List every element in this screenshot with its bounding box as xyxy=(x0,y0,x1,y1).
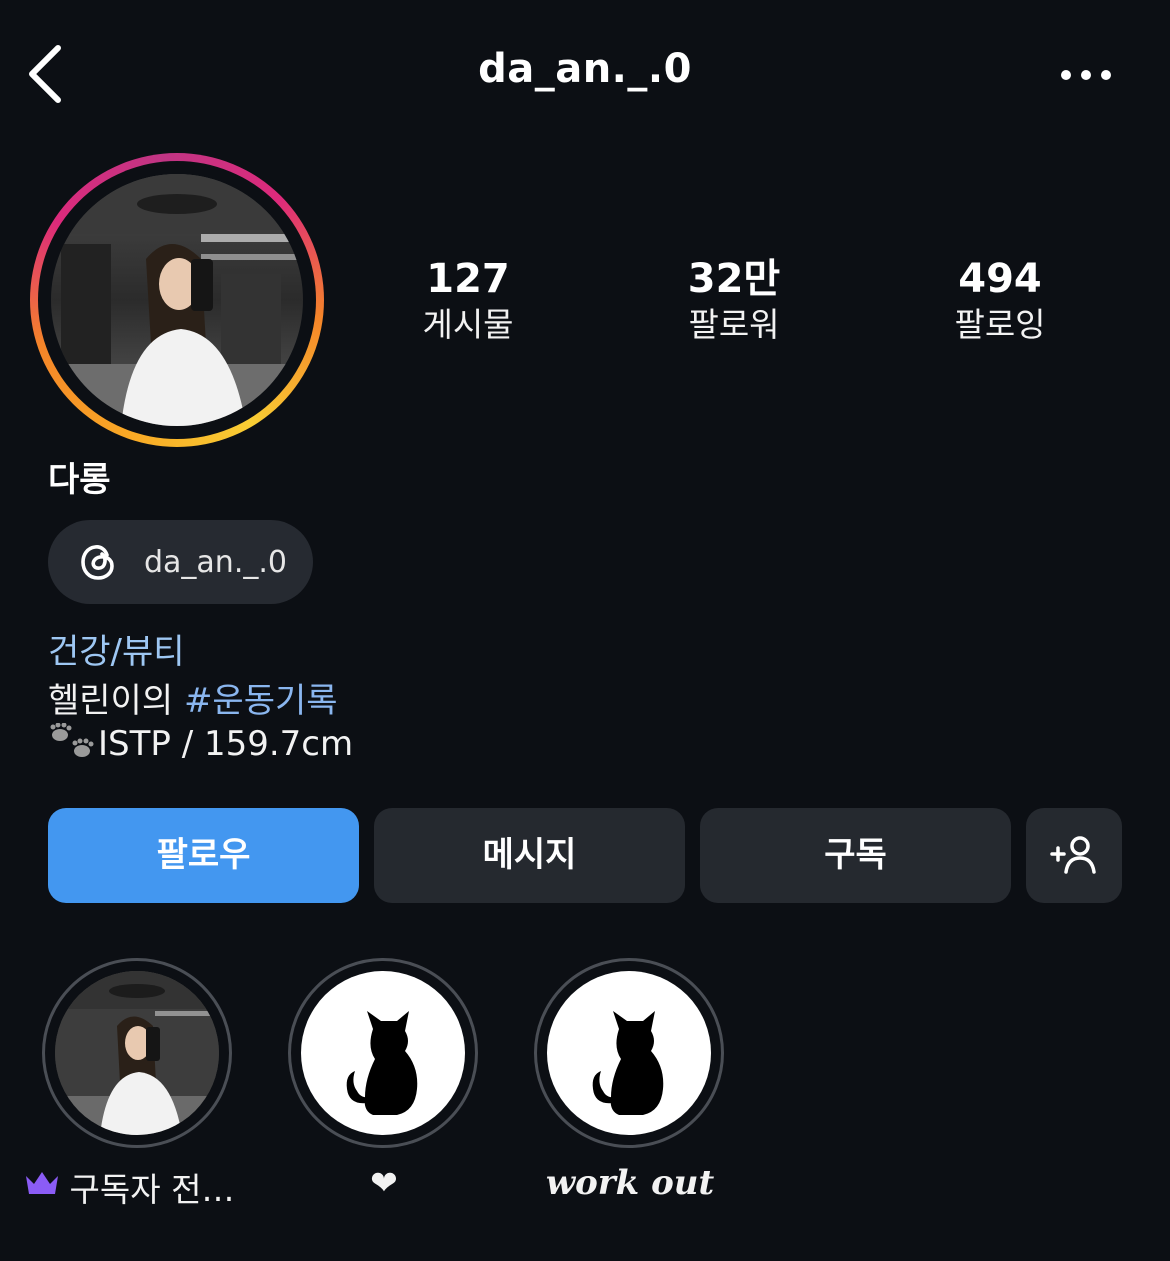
highlight-cover xyxy=(547,971,711,1135)
highlight-cover xyxy=(55,971,219,1135)
stat-posts-count: 127 xyxy=(426,256,510,302)
highlight-ring xyxy=(42,958,232,1148)
page-title: da_an._.0 xyxy=(478,46,692,92)
highlight-item[interactable]: work out xyxy=(510,958,750,1208)
display-name: 다롱 xyxy=(48,460,111,500)
more-horizontal-icon xyxy=(1061,70,1111,80)
bio-line-2: ISTP / 159.7cm xyxy=(48,723,353,764)
stat-posts[interactable]: 127 게시물 xyxy=(358,255,578,347)
threads-handle: da_an._.0 xyxy=(144,545,287,580)
follow-button[interactable]: 팔로우 xyxy=(48,808,359,903)
top-nav-bar: da_an._.0 xyxy=(0,0,1170,150)
bio-line-1: 헬린이의 #운동기록 xyxy=(48,673,338,722)
stat-followers[interactable]: 32만 팔로워 xyxy=(624,255,844,347)
highlight-cover xyxy=(301,971,465,1135)
bio-category-link[interactable]: 건강/뷰티 xyxy=(48,624,185,673)
threads-profile-link[interactable]: da_an._.0 xyxy=(48,520,313,604)
highlight-item[interactable]: 구독자 전… xyxy=(18,958,258,1209)
highlight-label: 구독자 전… xyxy=(69,1170,235,1209)
highlight-label: ❤ xyxy=(370,1163,398,1202)
profile-avatar-story-ring[interactable] xyxy=(30,153,324,447)
highlight-ring xyxy=(288,958,478,1148)
avatar xyxy=(51,174,303,426)
paw-prints-icon xyxy=(50,723,94,757)
suggested-users-button[interactable] xyxy=(1026,808,1122,903)
highlight-item[interactable]: ❤ xyxy=(264,958,504,1208)
highlight-label: work out xyxy=(545,1163,715,1203)
highlight-ring xyxy=(534,958,724,1148)
stat-followers-label: 팔로워 xyxy=(688,305,780,344)
message-button[interactable]: 메시지 xyxy=(374,808,685,903)
cat-silhouette-icon xyxy=(592,1011,664,1115)
stat-following[interactable]: 494 팔로잉 xyxy=(890,255,1110,347)
bio-mbti-height: ISTP / 159.7cm xyxy=(98,724,354,764)
stat-following-label: 팔로잉 xyxy=(954,305,1046,344)
stat-followers-count: 32만 xyxy=(687,256,781,302)
threads-icon xyxy=(81,545,114,580)
subscribe-button[interactable]: 구독 xyxy=(700,808,1011,903)
stat-posts-label: 게시물 xyxy=(422,305,514,344)
stat-following-count: 494 xyxy=(958,256,1042,302)
bio-hashtag-link[interactable]: #운동기록 xyxy=(184,681,338,721)
bio-text: 헬린이의 xyxy=(48,681,184,721)
add-user-icon xyxy=(1050,836,1096,874)
more-options-button[interactable] xyxy=(1054,55,1118,95)
cat-silhouette-icon xyxy=(346,1011,418,1115)
